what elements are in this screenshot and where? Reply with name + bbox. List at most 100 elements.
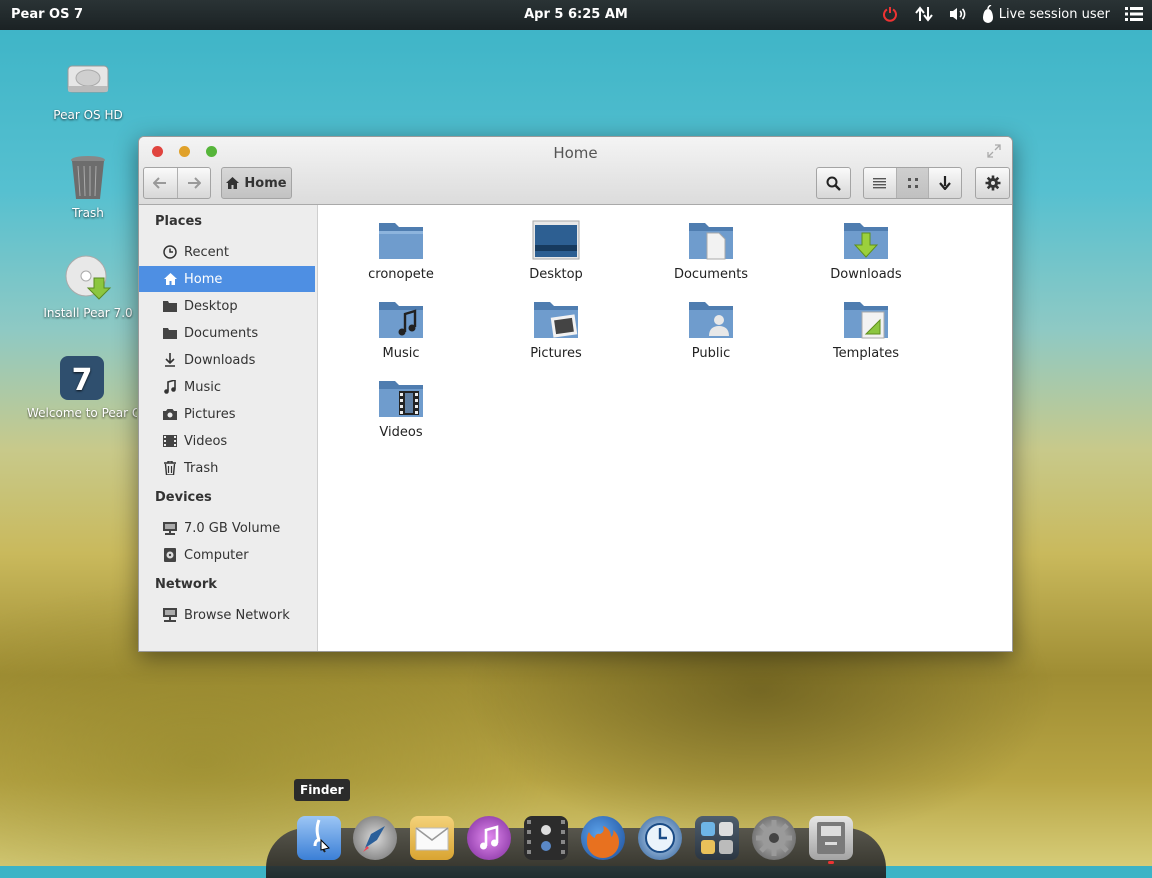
install-disc-icon [64, 254, 112, 302]
desktop-icon-trash[interactable]: Trash [33, 154, 143, 220]
running-indicator [828, 861, 834, 864]
back-button[interactable] [144, 168, 178, 198]
music-note-icon [163, 380, 177, 394]
folder-label: Pictures [530, 346, 582, 361]
camera-icon [163, 407, 177, 421]
sidebar-item-documents[interactable]: Documents [139, 320, 315, 346]
forward-button[interactable] [178, 168, 211, 198]
desktop-icon-label: Trash [72, 206, 104, 220]
launchpad-icon[interactable] [353, 816, 397, 860]
sidebar: Places Recent Home Desktop Documents Dow… [139, 205, 318, 651]
folder-label: Documents [673, 267, 749, 282]
folder-label: Downloads [830, 267, 902, 282]
time-machine-icon[interactable] [638, 816, 682, 860]
folder-icon [163, 299, 177, 313]
file-manager-icon[interactable] [809, 816, 853, 860]
folder-label: cronopete [368, 267, 434, 282]
sidebar-item-music[interactable]: Music [139, 374, 315, 400]
computer-icon [163, 548, 177, 562]
settings-button[interactable] [975, 167, 1010, 199]
clock[interactable]: Apr 5 6:25 AM [524, 7, 628, 22]
devices-header: Devices [155, 490, 212, 505]
folder-item-pictures[interactable]: Pictures [501, 298, 611, 361]
pear-os-logo-icon: 7 [58, 354, 106, 402]
grid-view-icon [907, 178, 918, 188]
menu-list-icon[interactable] [1124, 4, 1144, 24]
folder-icon [163, 326, 177, 340]
os-menu[interactable]: Pear OS 7 [11, 7, 83, 22]
folder-item-public[interactable]: Public [656, 298, 766, 361]
folder-label: Templates [832, 346, 900, 361]
sidebar-item-trash[interactable]: Trash [139, 455, 315, 481]
music-player-icon[interactable] [467, 816, 511, 860]
folder-item-videos[interactable]: Videos [346, 377, 456, 440]
search-button[interactable] [816, 167, 851, 199]
folder-label: Music [382, 346, 420, 361]
sidebar-item-recent[interactable]: Recent [139, 239, 315, 265]
sidebar-item-desktop[interactable]: Desktop [139, 293, 315, 319]
sidebar-item-volume[interactable]: 7.0 GB Volume [139, 515, 315, 541]
templates-folder-icon [842, 298, 890, 340]
settings-icon[interactable] [752, 816, 796, 860]
desktop-icon-label: Pear OS HD [53, 108, 123, 122]
arrow-left-icon [153, 177, 167, 189]
firefox-icon[interactable] [581, 816, 625, 860]
folder-label: Videos [379, 425, 423, 440]
folder-label: Desktop [529, 267, 583, 282]
user-name: Live session user [998, 6, 1110, 22]
path-home-button[interactable]: Home [221, 167, 292, 199]
window-title: Home [553, 144, 598, 162]
desktop-icon-install[interactable]: Install Pear 7.0 [33, 254, 143, 320]
places-header: Places [155, 214, 203, 229]
network-transfer-icon[interactable] [914, 4, 934, 24]
user-menu[interactable]: Live session user [982, 5, 1110, 23]
arrow-down-icon [939, 176, 952, 190]
desktop-icon-welcome[interactable]: 7 Welcome to Pear O [27, 354, 137, 420]
desktop-icon-hd[interactable]: Pear OS HD [33, 56, 143, 122]
search-icon [826, 176, 841, 191]
pictures-folder-icon [532, 298, 580, 340]
fullscreen-icon[interactable] [986, 143, 1002, 163]
documents-folder-icon [687, 219, 735, 261]
download-icon [163, 353, 177, 367]
volume-icon[interactable] [948, 4, 968, 24]
app-store-icon[interactable] [695, 816, 739, 860]
desktop-icon-label: Install Pear 7.0 [43, 306, 133, 320]
folder-icon [377, 219, 425, 261]
home-icon [163, 272, 177, 286]
sidebar-item-downloads[interactable]: Downloads [139, 347, 315, 373]
folder-item-music[interactable]: Music [346, 298, 456, 361]
power-icon[interactable] [880, 4, 900, 24]
gear-icon [985, 175, 1000, 191]
sidebar-item-home[interactable]: Home [139, 266, 315, 292]
icon-view-button[interactable] [896, 168, 930, 198]
sidebar-item-pictures[interactable]: Pictures [139, 401, 315, 427]
sidebar-item-videos[interactable]: Videos [139, 428, 315, 454]
view-mode-group [863, 167, 962, 199]
svg-text:7: 7 [72, 363, 93, 398]
downloads-folder-icon [842, 219, 890, 261]
sidebar-item-browse-network[interactable]: Browse Network [139, 602, 315, 628]
folder-item-downloads[interactable]: Downloads [811, 219, 921, 282]
folder-item-desktop[interactable]: Desktop [501, 219, 611, 282]
folder-item-templates[interactable]: Templates [811, 298, 921, 361]
mail-icon[interactable] [410, 816, 454, 860]
folder-item-cronopete[interactable]: cronopete [346, 219, 456, 282]
drive-icon [163, 521, 177, 535]
top-panel: Pear OS 7 Apr 5 6:25 AM Live session use… [0, 0, 1152, 30]
video-icon[interactable] [524, 816, 568, 860]
network-icon [163, 608, 177, 622]
home-icon [226, 177, 240, 189]
pear-icon [982, 5, 993, 23]
download-button[interactable] [929, 168, 961, 198]
sidebar-item-computer[interactable]: Computer [139, 542, 315, 568]
folder-item-documents[interactable]: Documents [656, 219, 766, 282]
desktop-icon-label: Welcome to Pear O [27, 406, 137, 420]
arrow-right-icon [187, 177, 201, 189]
window-titlebar[interactable]: Home Home [139, 137, 1012, 205]
network-header: Network [155, 577, 217, 592]
film-icon [163, 434, 177, 448]
list-view-button[interactable] [864, 168, 897, 198]
music-folder-icon [377, 298, 425, 340]
finder-icon[interactable] [297, 816, 341, 860]
